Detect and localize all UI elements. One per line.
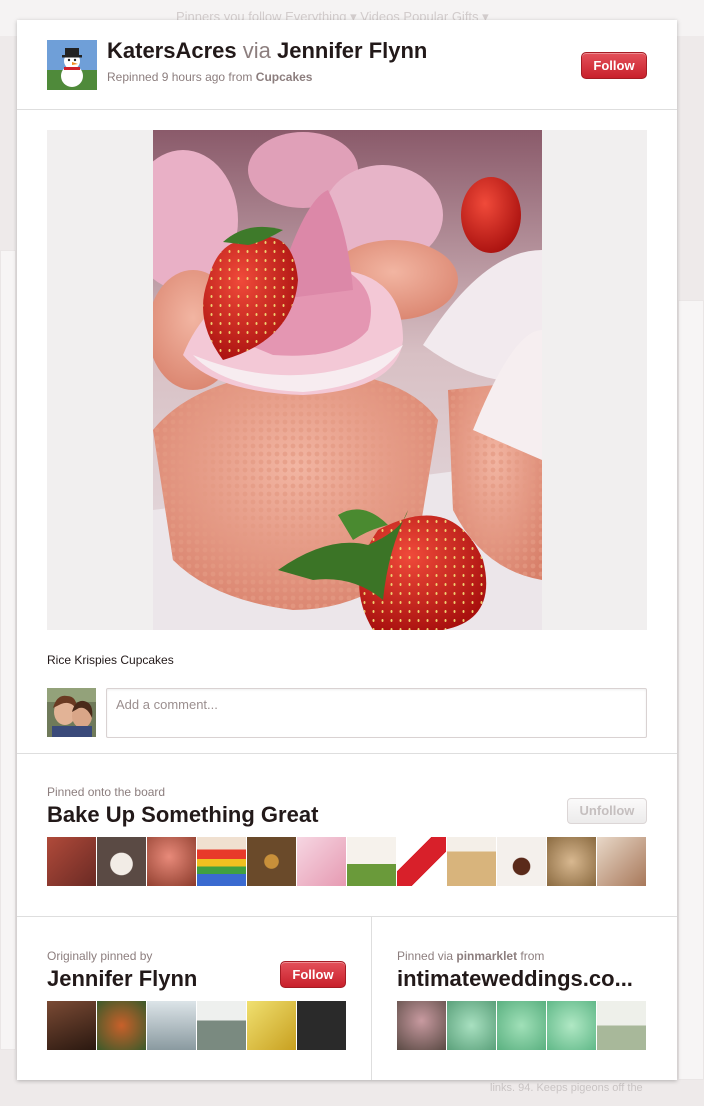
source-thumbnail[interactable] [597,1001,646,1050]
board-thumbnail[interactable] [97,837,146,886]
follow-button[interactable]: Follow [581,52,647,79]
pin-image[interactable] [153,130,542,630]
pinmarklet-link[interactable]: pinmarklet [456,949,517,963]
pin-image-frame [47,130,647,630]
repin-board-link[interactable]: Cupcakes [256,70,313,84]
section-divider [17,753,677,754]
pin-description: Rice Krispies Cupcakes [47,653,174,667]
pin-closeup-card: KatersAcres via Jennifer Flynn Repinned … [17,20,677,1080]
board-thumbnail[interactable] [147,837,196,886]
pinned-via-suffix: from [520,949,545,963]
board-thumbnail[interactable] [447,837,496,886]
pinned-via-info: Pinned via pinmarklet from [397,949,544,963]
source-thumbnail[interactable] [497,1001,546,1050]
board-title[interactable]: Bake Up Something Great [47,802,318,828]
original-pinner-thumbnails [47,1001,346,1050]
board-label: Pinned onto the board [47,785,166,799]
pin-header: KatersAcres via Jennifer Flynn Repinned … [17,20,677,110]
source-site-link[interactable]: intimateweddings.co... [397,966,657,992]
board-thumbnail[interactable] [597,837,646,886]
board-thumbnail[interactable] [497,837,546,886]
pinned-via-prefix: Pinned via [397,949,454,963]
background-column-right [678,300,704,1080]
board-thumbnail[interactable] [547,837,596,886]
board-thumbnails [47,837,646,886]
board-thumbnail[interactable] [347,837,396,886]
pinner-thumbnail[interactable] [297,1001,346,1050]
background-footer-text: links. 94. Keeps pigeons off the [490,1082,643,1094]
current-user-avatar [47,688,96,737]
section-divider [17,916,677,917]
board-thumbnail[interactable] [297,837,346,886]
background-column-left [0,250,16,1050]
source-site-thumbnails [397,1001,646,1050]
pinner-thumbnail[interactable] [97,1001,146,1050]
pinner-thumbnail[interactable] [197,1001,246,1050]
follow-original-pinner-button[interactable]: Follow [280,961,346,988]
pinner-thumbnail[interactable] [147,1001,196,1050]
column-divider [371,917,372,1080]
source-thumbnail[interactable] [397,1001,446,1050]
originally-pinned-label: Originally pinned by [47,949,153,963]
board-thumbnail[interactable] [197,837,246,886]
repin-info: Repinned 9 hours ago from Cupcakes [107,70,312,84]
unfollow-board-button[interactable]: Unfollow [567,798,647,824]
pinner-thumbnail[interactable] [47,1001,96,1050]
board-thumbnail[interactable] [47,837,96,886]
pin-attribution: KatersAcres via Jennifer Flynn [107,38,427,64]
pinner-avatar[interactable] [47,40,97,90]
source-thumbnail[interactable] [547,1001,596,1050]
board-thumbnail[interactable] [247,837,296,886]
repin-text: Repinned 9 hours ago from [107,70,253,84]
pinner-thumbnail[interactable] [247,1001,296,1050]
board-thumbnail[interactable] [397,837,446,886]
original-pinner-name[interactable]: Jennifer Flynn [47,966,197,992]
pinner-name[interactable]: KatersAcres [107,38,237,63]
via-word: via [242,38,271,63]
comment-input[interactable] [106,688,647,738]
source-thumbnail[interactable] [447,1001,496,1050]
via-user-name[interactable]: Jennifer Flynn [277,38,427,63]
